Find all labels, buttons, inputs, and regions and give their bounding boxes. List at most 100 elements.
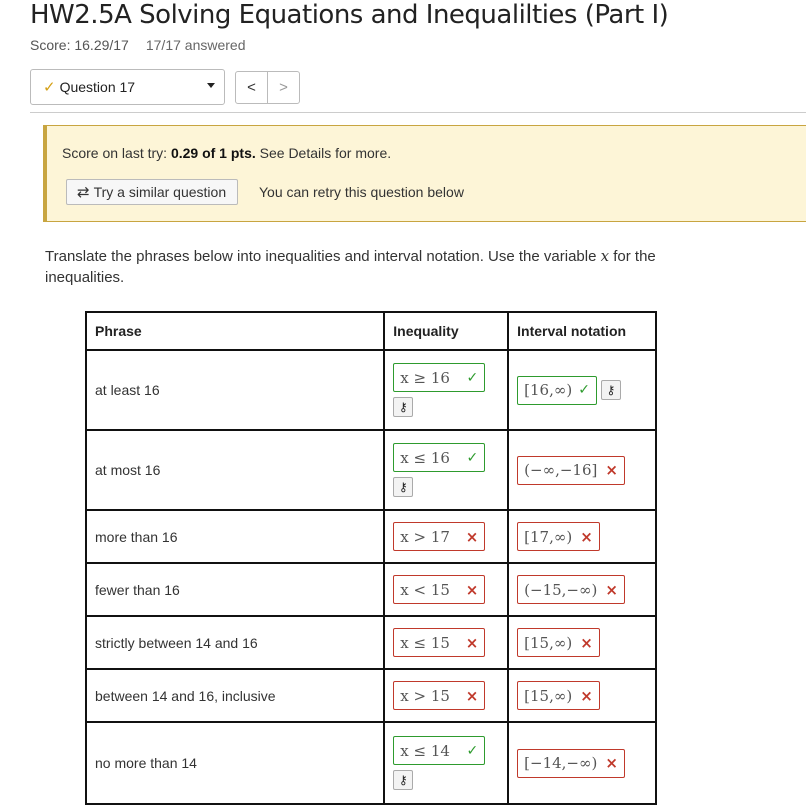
answer-table: Phrase Inequality Interval notation at l…: [84, 311, 657, 805]
inequality-answer-field[interactable]: x > 15 ×: [393, 681, 486, 710]
inequality-answer-field[interactable]: x > 17 ×: [393, 522, 486, 551]
inequality-value: x < 15: [400, 580, 450, 599]
interval-cell: [−14,−∞) ×: [507, 721, 657, 805]
instructions-before: Translate the phrases below into inequal…: [45, 248, 601, 265]
incorrect-x-icon: ×: [465, 527, 479, 546]
inequality-answer-field[interactable]: x ≥ 16 ✓: [393, 363, 486, 392]
correct-check-icon: ✓: [578, 382, 590, 398]
interval-cell: [17,∞) ×: [507, 509, 657, 564]
correct-check-icon: ✓: [466, 742, 479, 759]
inequality-value: x ≤ 16: [400, 448, 450, 467]
inequality-cell: x < 15 ×: [383, 562, 510, 617]
incorrect-x-icon: ×: [580, 686, 593, 705]
answered-count: 17/17 answered: [145, 37, 246, 53]
interval-answer-field[interactable]: (−∞,−16] ×: [517, 455, 625, 485]
incorrect-x-icon: ×: [465, 633, 479, 652]
table-row: at least 16 x ≥ 16 ✓ ⚷ [16,∞) ✓ ⚷: [84, 349, 657, 431]
interval-cell: [16,∞) ✓ ⚷: [507, 349, 657, 431]
variable-x: x: [600, 247, 610, 265]
key-icon[interactable]: ⚷: [393, 770, 414, 790]
previous-question-button[interactable]: <: [235, 71, 268, 104]
inequality-answer-field[interactable]: x ≤ 15 ×: [393, 628, 486, 657]
incorrect-x-icon: ×: [605, 461, 618, 479]
correct-check-icon: ✓: [466, 369, 479, 386]
interval-value: [17,∞): [524, 527, 573, 546]
phrase-cell: fewer than 16: [84, 562, 386, 617]
inequality-answer-field[interactable]: x ≤ 16 ✓: [393, 443, 486, 472]
inequality-answer-field[interactable]: x < 15 ×: [393, 575, 486, 604]
inequality-value: x > 17: [400, 527, 450, 546]
question-instructions: Translate the phrases below into inequal…: [45, 246, 725, 288]
interval-answer-field[interactable]: [16,∞) ✓: [517, 375, 597, 405]
key-icon[interactable]: ⚷: [393, 397, 414, 417]
incorrect-x-icon: ×: [580, 633, 593, 652]
inequality-value: x ≤ 14: [400, 741, 450, 760]
correct-check-icon: ✓: [466, 449, 479, 466]
retry-text: You can retry this question below: [259, 184, 464, 200]
header-phrase: Phrase: [84, 311, 386, 351]
table-row: strictly between 14 and 16 x ≤ 15 × [15,∞…: [84, 615, 657, 670]
score-value: Score: 16.29/17: [30, 37, 129, 53]
interval-cell: [15,∞) ×: [507, 668, 657, 723]
interval-cell: (−15,−∞) ×: [507, 562, 657, 617]
interval-answer-field[interactable]: [15,∞) ×: [517, 628, 600, 657]
incorrect-x-icon: ×: [580, 527, 593, 546]
last-try-suffix: See Details for more.: [255, 145, 392, 161]
interval-answer-field[interactable]: [−14,−∞) ×: [517, 748, 625, 778]
question-select[interactable]: ✓ Question 17: [30, 69, 225, 105]
header-inequality: Inequality: [383, 311, 510, 351]
inequality-cell: x ≤ 14 ✓ ⚷: [383, 721, 510, 805]
interval-cell: (−∞,−16] ×: [507, 429, 657, 511]
table-header-row: Phrase Inequality Interval notation: [84, 311, 657, 351]
last-try-notice: Score on last try: 0.29 of 1 pts. See De…: [43, 125, 806, 222]
interval-answer-field[interactable]: [15,∞) ×: [517, 681, 600, 710]
interval-answer-field[interactable]: (−15,−∞) ×: [517, 575, 625, 604]
inequality-cell: x ≥ 16 ✓ ⚷: [383, 349, 510, 431]
table-row: at most 16 x ≤ 16 ✓ ⚷ (−∞,−16] ×: [84, 429, 657, 511]
incorrect-x-icon: ×: [465, 580, 479, 599]
table-row: between 14 and 16, inclusive x > 15 × [15…: [84, 668, 657, 723]
inequality-value: x ≥ 16: [400, 368, 450, 387]
header-interval: Interval notation: [507, 311, 657, 351]
inequality-cell: x ≤ 15 ×: [383, 615, 510, 670]
phrase-cell: at least 16: [84, 349, 386, 431]
inequality-value: x > 15: [400, 686, 450, 705]
table-row: more than 16 x > 17 × [17,∞) ×: [84, 509, 657, 564]
interval-cell: [15,∞) ×: [507, 615, 657, 670]
incorrect-x-icon: ×: [605, 580, 618, 599]
phrase-cell: more than 16: [84, 509, 386, 564]
key-icon[interactable]: ⚷: [600, 380, 621, 400]
table-row: fewer than 16 x < 15 × (−15,−∞) ×: [84, 562, 657, 617]
key-icon[interactable]: ⚷: [393, 477, 414, 497]
last-try-prefix: Score on last try:: [62, 145, 171, 161]
next-question-button[interactable]: >: [267, 71, 300, 104]
inequality-value: x ≤ 15: [400, 633, 450, 652]
interval-value: (−15,−∞): [524, 580, 598, 599]
incorrect-x-icon: ×: [465, 686, 479, 705]
question-select-label: Question 17: [59, 79, 136, 95]
interval-answer-field[interactable]: [17,∞) ×: [517, 522, 600, 551]
phrase-cell: no more than 14: [84, 721, 386, 805]
table-row: no more than 14 x ≤ 14 ✓ ⚷ [−14,−∞) ×: [84, 721, 657, 805]
interval-value: [−14,−∞): [524, 754, 598, 772]
phrase-cell: between 14 and 16, inclusive: [84, 668, 386, 723]
retry-icon: ⇄: [77, 184, 90, 201]
inequality-cell: x > 17 ×: [383, 509, 510, 564]
interval-value: [15,∞): [524, 633, 573, 652]
incorrect-x-icon: ×: [605, 754, 618, 772]
divider: [30, 112, 806, 113]
last-try-text: Score on last try: 0.29 of 1 pts. See De…: [62, 145, 391, 161]
interval-value: [16,∞): [524, 381, 573, 399]
last-try-score: 0.29 of 1 pts.: [170, 145, 256, 161]
interval-value: [15,∞): [524, 686, 573, 705]
inequality-answer-field[interactable]: x ≤ 14 ✓: [393, 736, 486, 765]
page-title: HW2.5A Solving Equations and Inequalilti…: [30, 0, 669, 30]
phrase-cell: strictly between 14 and 16: [84, 615, 386, 670]
inequality-cell: x ≤ 16 ✓ ⚷: [383, 429, 510, 511]
interval-value: (−∞,−16]: [524, 461, 598, 479]
try-similar-label: Try a similar question: [93, 184, 227, 200]
checkmark-icon: ✓: [43, 79, 56, 96]
score-summary: Score: 16.29/17 17/17 answered: [30, 37, 246, 53]
chevron-down-icon: [207, 83, 215, 88]
try-similar-question-button[interactable]: ⇄ Try a similar question: [66, 179, 239, 205]
